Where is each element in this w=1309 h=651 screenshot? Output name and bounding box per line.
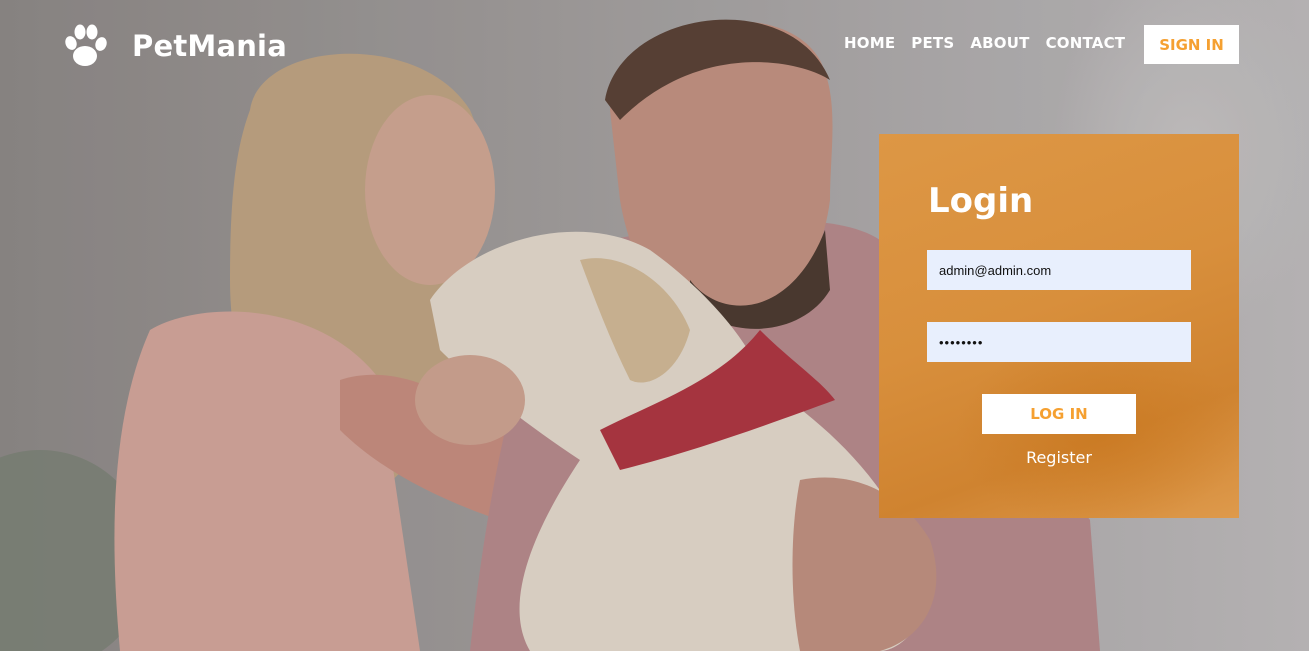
register-link[interactable]: Register	[982, 448, 1136, 467]
nav-item-home[interactable]: HOME	[844, 34, 895, 52]
login-panel: Login LOG IN Register	[879, 134, 1239, 518]
email-field[interactable]	[927, 250, 1191, 290]
nav-item-pets[interactable]: PETS	[911, 34, 954, 52]
nav-links: HOME PETS ABOUT CONTACT	[844, 34, 1141, 52]
sign-in-button[interactable]: SIGN IN	[1144, 25, 1239, 64]
nav-item-about[interactable]: ABOUT	[970, 34, 1029, 52]
logo[interactable]: PetMania	[62, 22, 287, 70]
brand-name: PetMania	[132, 29, 287, 63]
nav-item-contact[interactable]: CONTACT	[1046, 34, 1126, 52]
login-title: Login	[928, 181, 1034, 221]
password-field[interactable]	[927, 322, 1191, 362]
paw-icon	[65, 24, 107, 66]
top-navbar: PetMania HOME PETS ABOUT CONTACT SIGN IN	[0, 0, 1309, 90]
log-in-button[interactable]: LOG IN	[982, 394, 1136, 434]
